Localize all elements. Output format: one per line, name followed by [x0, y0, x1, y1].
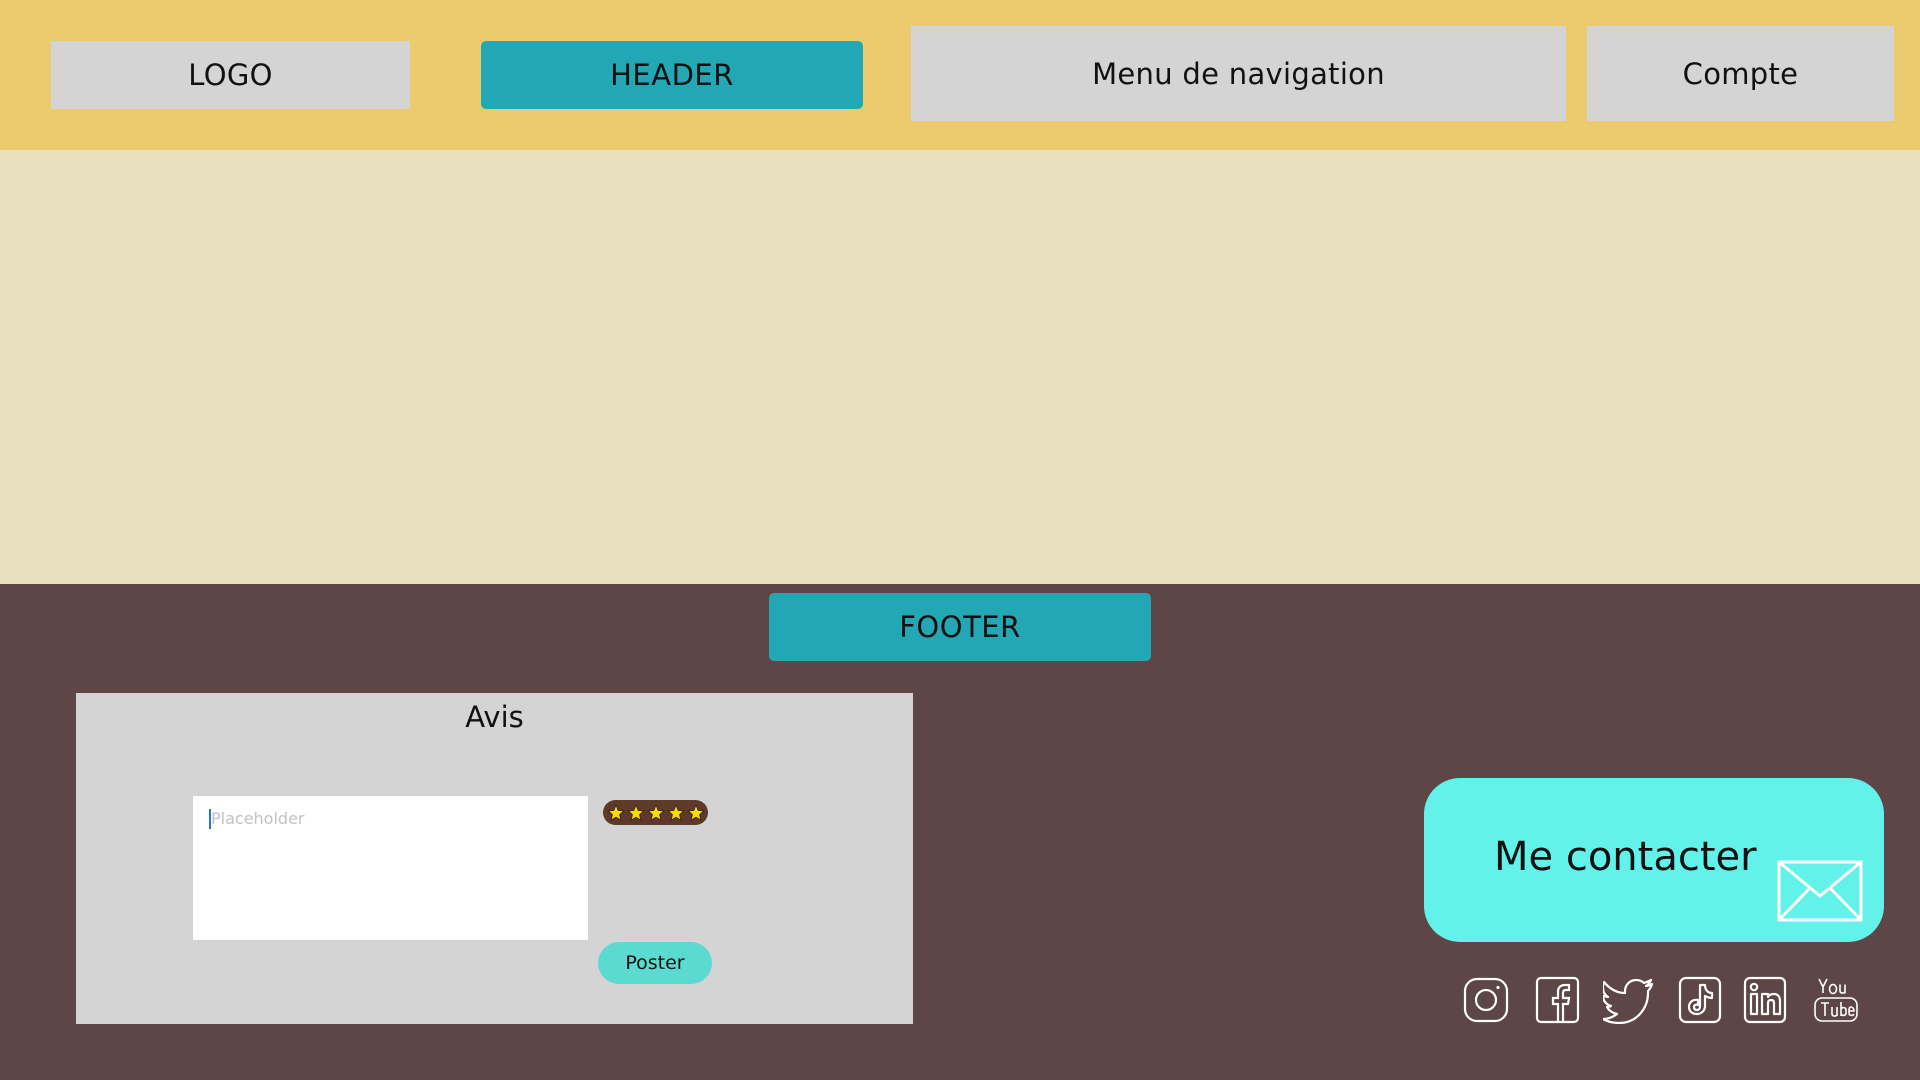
review-title: Avis: [465, 700, 524, 734]
star-icon[interactable]: [606, 803, 625, 822]
account-button[interactable]: Compte: [1587, 26, 1894, 121]
logo-placeholder[interactable]: LOGO: [51, 41, 410, 109]
twitter-icon[interactable]: [1603, 976, 1655, 1024]
post-button[interactable]: Poster: [598, 942, 712, 984]
star-icon[interactable]: [666, 803, 685, 822]
contact-button[interactable]: Me contacter: [1424, 778, 1884, 942]
youtube-icon[interactable]: [1813, 976, 1859, 1024]
text-caret: [209, 809, 211, 829]
mail-icon: [1777, 860, 1863, 922]
linkedin-icon[interactable]: [1743, 976, 1787, 1024]
tiktok-icon[interactable]: [1678, 976, 1722, 1024]
contact-label: Me contacter: [1494, 834, 1757, 880]
logo-label: LOGO: [188, 58, 273, 92]
star-icon[interactable]: [626, 803, 645, 822]
instagram-icon[interactable]: [1462, 976, 1510, 1024]
navigation-menu-label: Menu de navigation: [1092, 56, 1385, 91]
star-rating[interactable]: [603, 800, 708, 825]
account-label: Compte: [1682, 56, 1799, 91]
footer-section-label-text: FOOTER: [899, 610, 1021, 644]
facebook-icon[interactable]: [1535, 976, 1580, 1024]
star-icon[interactable]: [686, 803, 705, 822]
footer-section-label: FOOTER: [769, 593, 1151, 661]
main-content-area: [0, 150, 1920, 584]
star-icon[interactable]: [646, 803, 665, 822]
header-section-label-text: HEADER: [610, 58, 734, 92]
review-input[interactable]: [193, 796, 588, 940]
navigation-menu[interactable]: Menu de navigation: [911, 26, 1566, 121]
header-section-label: HEADER: [481, 41, 863, 109]
